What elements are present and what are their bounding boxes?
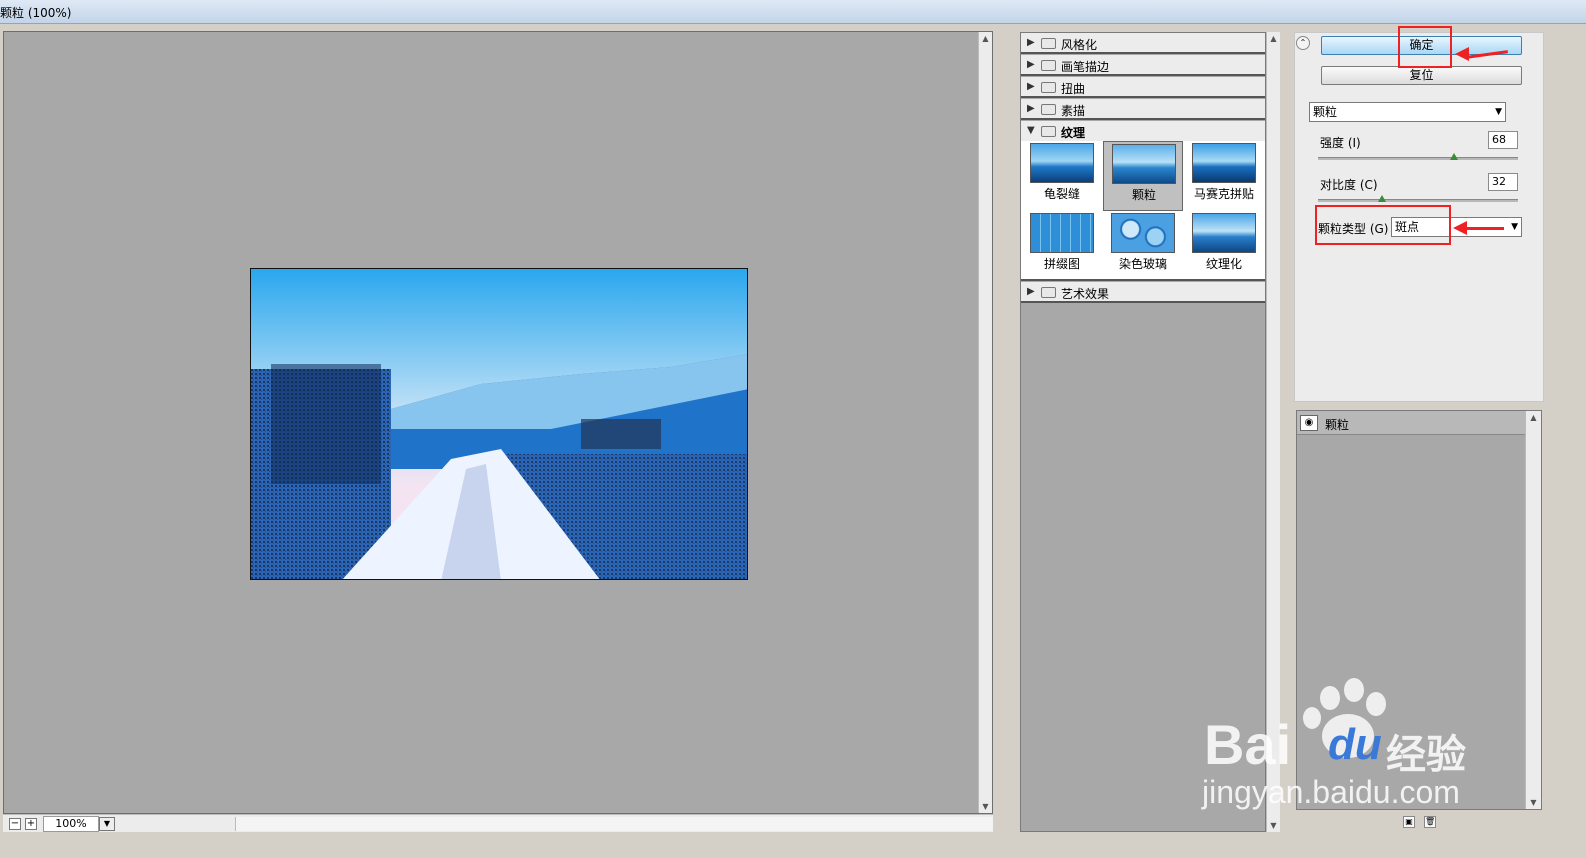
chevron-down-icon: ▼ bbox=[1511, 222, 1518, 232]
contrast-field[interactable]: 32 bbox=[1488, 173, 1518, 191]
layers-scrollbar[interactable]: ▲ ▼ bbox=[1525, 411, 1541, 809]
category-label: 风格化 bbox=[1061, 38, 1098, 52]
thumbnail-image bbox=[1192, 143, 1256, 183]
annotation-arrow-grain-type bbox=[1466, 227, 1504, 230]
filter-thumb-patchwork[interactable]: 拼缀图 bbox=[1022, 211, 1102, 281]
zoom-level-field[interactable]: 100% bbox=[43, 816, 99, 832]
delete-effect-layer-icon[interactable]: 🗑 bbox=[1424, 816, 1436, 828]
filter-thumb-stained-glass[interactable]: 染色玻璃 bbox=[1103, 211, 1183, 281]
thumb-label: 颗粒 bbox=[1131, 188, 1156, 202]
zoom-dropdown-icon[interactable]: ▼ bbox=[99, 817, 115, 831]
contrast-slider-thumb[interactable] bbox=[1378, 195, 1386, 202]
category-brush-strokes[interactable]: ▶ 画笔描边 bbox=[1021, 55, 1265, 76]
effect-layer-label: 颗粒 bbox=[1325, 418, 1350, 432]
category-stylize[interactable]: ▶ 风格化 bbox=[1021, 33, 1265, 54]
category-label: 艺术效果 bbox=[1061, 287, 1110, 301]
category-label: 纹理 bbox=[1061, 126, 1086, 140]
thumb-label: 纹理化 bbox=[1205, 257, 1242, 271]
collapse-gallery-icon[interactable]: ⌃ bbox=[1296, 36, 1310, 50]
category-distort[interactable]: ▶ 扭曲 bbox=[1021, 77, 1265, 98]
expand-triangle-icon: ▶ bbox=[1027, 59, 1035, 70]
thumbnail-image bbox=[1030, 213, 1094, 253]
filter-thumb-craquelure[interactable]: 龟裂缝 bbox=[1022, 141, 1102, 211]
expand-triangle-icon: ▶ bbox=[1027, 103, 1035, 114]
folder-icon bbox=[1041, 287, 1056, 298]
expand-triangle-icon: ▶ bbox=[1027, 37, 1035, 48]
category-label: 扭曲 bbox=[1061, 82, 1086, 96]
effect-layers-panel: ◉ 颗粒 ▲ ▼ bbox=[1296, 410, 1542, 810]
category-label: 画笔描边 bbox=[1061, 60, 1110, 74]
expand-triangle-icon: ▶ bbox=[1027, 81, 1035, 92]
eye-icon[interactable]: ◉ bbox=[1300, 415, 1318, 431]
thumbnail-image bbox=[1112, 144, 1176, 184]
zoom-in-button[interactable]: + bbox=[25, 818, 37, 830]
preview-horizontal-scrollbar[interactable] bbox=[235, 817, 993, 831]
folder-open-icon bbox=[1041, 126, 1056, 137]
filter-list-scrollbar[interactable]: ▲ ▼ bbox=[1266, 32, 1280, 832]
scroll-up-icon[interactable]: ▲ bbox=[1526, 413, 1541, 422]
folder-icon bbox=[1041, 104, 1056, 115]
filter-thumb-mosaic-tiles[interactable]: 马赛克拼贴 bbox=[1184, 141, 1264, 211]
folder-icon bbox=[1041, 38, 1056, 49]
intensity-slider-thumb[interactable] bbox=[1450, 153, 1458, 160]
intensity-slider[interactable] bbox=[1318, 157, 1518, 160]
category-artistic[interactable]: ▶ 艺术效果 bbox=[1021, 282, 1265, 303]
filter-gallery: ▶ 风格化 ▶ 画笔描边 ▶ 扭曲 ▶ 素描 ▼ 纹理 龟裂缝 颗粒 马赛克拼贴 bbox=[1020, 32, 1266, 832]
thumb-label: 染色玻璃 bbox=[1118, 257, 1167, 271]
thumbnail-image bbox=[1030, 143, 1094, 183]
title-bar: 颗粒 (100%) bbox=[0, 0, 1586, 24]
contrast-label: 对比度 (C) bbox=[1320, 178, 1378, 192]
zoom-bar: − + 100% ▼ bbox=[3, 814, 993, 832]
filter-thumb-texturizer[interactable]: 纹理化 bbox=[1184, 211, 1264, 281]
thumb-label: 马赛克拼贴 bbox=[1193, 187, 1254, 201]
intensity-field[interactable]: 68 bbox=[1488, 131, 1518, 149]
filter-select[interactable]: 颗粒 ▼ bbox=[1309, 102, 1506, 122]
scroll-down-icon[interactable]: ▼ bbox=[1267, 821, 1280, 830]
preview-canvas[interactable]: ▲ ▼ bbox=[3, 31, 993, 814]
category-texture[interactable]: ▼ 纹理 bbox=[1021, 121, 1265, 142]
category-sketch[interactable]: ▶ 素描 bbox=[1021, 99, 1265, 120]
category-label: 素描 bbox=[1061, 104, 1086, 118]
thumb-label: 拼缀图 bbox=[1043, 257, 1080, 271]
scroll-up-icon[interactable]: ▲ bbox=[1267, 34, 1280, 43]
new-effect-layer-icon[interactable]: ▣ bbox=[1403, 816, 1415, 828]
thumbnail-image bbox=[1111, 213, 1175, 253]
annotation-arrowhead-ok bbox=[1455, 47, 1469, 61]
thumbnail-image bbox=[1192, 213, 1256, 253]
intensity-label: 强度 (I) bbox=[1320, 136, 1361, 150]
snow-landscape-image bbox=[251, 269, 747, 579]
reset-button[interactable]: 复位 bbox=[1321, 66, 1522, 85]
collapse-triangle-icon: ▼ bbox=[1027, 125, 1035, 136]
thumb-label: 龟裂缝 bbox=[1043, 187, 1080, 201]
annotation-box-ok bbox=[1398, 26, 1452, 68]
preview-vertical-scrollbar[interactable]: ▲ ▼ bbox=[978, 32, 992, 813]
effect-layer-row[interactable]: ◉ 颗粒 bbox=[1297, 411, 1525, 435]
contrast-slider[interactable] bbox=[1318, 199, 1518, 202]
scroll-down-icon[interactable]: ▼ bbox=[1526, 798, 1541, 807]
annotation-arrowhead-grain-type bbox=[1453, 221, 1467, 235]
filter-select-value: 颗粒 bbox=[1313, 105, 1338, 119]
annotation-box-grain-type bbox=[1315, 205, 1451, 245]
scroll-down-icon[interactable]: ▼ bbox=[979, 802, 992, 811]
preview-image bbox=[250, 268, 748, 580]
chevron-down-icon: ▼ bbox=[1495, 107, 1502, 117]
folder-icon bbox=[1041, 60, 1056, 71]
window-title: 颗粒 (100%) bbox=[0, 6, 72, 20]
filter-thumb-grain[interactable]: 颗粒 bbox=[1103, 141, 1183, 211]
texture-thumbnails: 龟裂缝 颗粒 马赛克拼贴 拼缀图 染色玻璃 纹理化 bbox=[1021, 141, 1265, 281]
expand-triangle-icon: ▶ bbox=[1027, 286, 1035, 297]
scroll-up-icon[interactable]: ▲ bbox=[979, 34, 992, 43]
folder-icon bbox=[1041, 82, 1056, 93]
zoom-out-button[interactable]: − bbox=[9, 818, 21, 830]
